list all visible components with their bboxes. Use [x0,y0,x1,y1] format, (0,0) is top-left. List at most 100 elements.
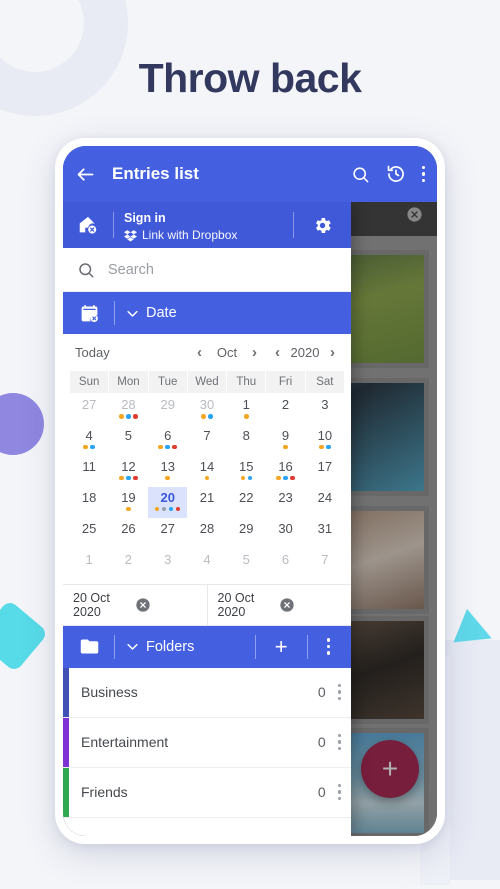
more-options-icon[interactable] [337,733,341,751]
calendar-day[interactable]: 3 [148,549,187,580]
calendar-day[interactable]: 29 [227,518,266,549]
calendar-day-dots [148,538,187,543]
calendar-day-dots [70,507,109,512]
folder-list-item[interactable]: Business 0 [63,667,351,718]
calendar-day-number: 18 [81,489,97,505]
weekday-header: Sun [68,370,110,394]
calendar-off-icon[interactable] [75,303,104,324]
calendar-day[interactable]: 24 [305,487,344,518]
calendar-day-number: 3 [321,397,329,412]
calendar-day[interactable]: 13 [148,456,187,487]
calendar-day[interactable]: 1 [227,394,266,425]
calendar-day[interactable]: 16 [266,456,305,487]
search-row[interactable]: Search [63,248,351,292]
calendar-day-dots [227,414,266,419]
calendar-day[interactable]: 27 [148,518,187,549]
more-options-icon[interactable] [421,165,425,183]
calendar-day[interactable]: 18 [70,487,109,518]
calendar-day[interactable]: 2 [109,549,148,580]
calendar-day[interactable]: 6 [148,425,187,456]
date-from-field[interactable]: 20 Oct 2020 [63,584,208,625]
settings-icon[interactable] [304,215,341,236]
calendar-day[interactable]: 4 [187,549,226,580]
search-icon[interactable] [351,165,370,184]
entry-dot [168,506,174,511]
folders-section-header[interactable]: Folders + [63,625,351,668]
calendar-day[interactable]: 22 [227,487,266,518]
calendar-day[interactable]: 4 [70,425,109,456]
calendar-day[interactable]: 19 [109,487,148,518]
calendar-day-selected[interactable]: 20 [148,486,188,518]
calendar-day[interactable]: 7 [187,425,226,456]
home-off-icon[interactable] [73,214,103,236]
calendar-day[interactable]: 30 [266,518,305,549]
calendar-day[interactable]: 25 [70,518,109,549]
calendar-day[interactable]: 27 [70,394,109,425]
entry-dot [244,414,249,419]
calendar-day[interactable]: 1 [70,549,109,580]
calendar-day[interactable]: 26 [109,518,148,549]
calendar-day[interactable]: 12 [109,456,148,487]
history-icon[interactable] [386,164,406,184]
calendar-day[interactable]: 30 [187,394,226,425]
calendar-day[interactable]: 3 [305,394,344,425]
clear-icon[interactable] [279,597,341,613]
calendar-day[interactable]: 29 [148,394,187,425]
folder-color-bar [63,717,69,767]
calendar-day-dots [70,444,109,450]
folder-icon[interactable] [75,636,104,657]
weekday-header: Sat [304,370,346,394]
calendar-day[interactable]: 31 [305,518,344,549]
prev-month-button[interactable]: ‹ [193,344,206,361]
add-folder-button[interactable]: + [266,634,297,660]
calendar-day-number: 17 [317,458,333,474]
today-button[interactable]: Today [75,345,110,360]
date-to-field[interactable]: 20 Oct 2020 [208,585,352,625]
calendar-day[interactable]: 15 [227,456,266,487]
calendar-day[interactable]: 10 [305,425,344,456]
calendar-day[interactable]: 28 [187,518,226,549]
calendar-day[interactable]: 8 [227,425,266,456]
calendar-day-number: 31 [317,520,333,536]
date-section-header[interactable]: Date [63,292,351,334]
folder-name: Business [81,684,138,700]
more-options-icon[interactable] [337,783,341,801]
entry-dot [119,475,124,480]
account-row[interactable]: Sign in Link with Dropbox [63,202,351,248]
calendar-day-dots [70,414,109,419]
calendar-day[interactable]: 11 [70,456,109,487]
folder-list-item[interactable]: Friends 0 [63,767,351,818]
calendar-day[interactable]: 17 [305,456,344,487]
calendar-day[interactable]: 9 [266,425,305,456]
calendar-day[interactable]: 2 [266,394,305,425]
entry-dot [319,444,324,449]
calendar-day[interactable]: 23 [266,487,305,518]
calendar-day-number: 29 [160,397,175,412]
chevron-down-icon[interactable] [125,639,140,654]
clear-icon[interactable] [135,597,197,613]
more-options-icon[interactable] [318,638,339,655]
chevron-down-icon[interactable] [125,306,140,321]
search-input[interactable]: Search [108,262,154,278]
calendar-day[interactable]: 5 [227,549,266,580]
calendar-day-number: 13 [160,458,175,474]
calendar-day-number: 12 [121,458,136,474]
calendar-day[interactable]: 6 [266,549,305,580]
entry-dot [276,475,281,480]
next-year-button[interactable]: › [326,344,339,361]
calendar-day[interactable]: 21 [187,487,226,518]
calendar-day[interactable]: 28 [109,394,148,425]
calendar-day[interactable]: 5 [109,425,148,456]
back-button[interactable] [75,164,96,185]
calendar-day-number: 19 [121,489,136,505]
more-options-icon[interactable] [337,683,341,701]
next-month-button[interactable]: › [248,344,261,361]
prev-year-button[interactable]: ‹ [271,344,284,361]
calendar-day-dots [148,506,187,512]
calendar-day[interactable]: 14 [187,456,226,487]
calendar-day[interactable]: 7 [305,549,344,580]
folder-list-item[interactable]: Entertainment 0 [63,717,351,768]
divider [114,634,115,659]
calendar-week-row: 4 5 6 7 8 9 10 [70,425,345,456]
calendar-week-row: 1 2 3 4 5 6 7 [70,549,345,580]
